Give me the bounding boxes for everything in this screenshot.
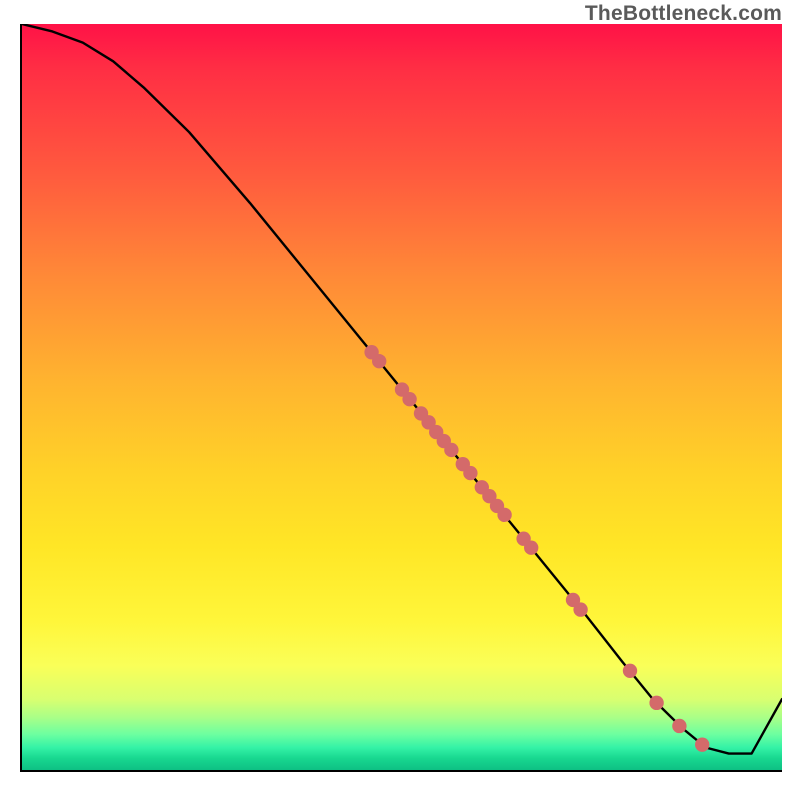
chart-overlay (22, 24, 782, 770)
plot-area (20, 24, 782, 772)
chart-container: TheBottleneck.com (0, 0, 800, 800)
watermark-text: TheBottleneck.com (585, 2, 782, 26)
